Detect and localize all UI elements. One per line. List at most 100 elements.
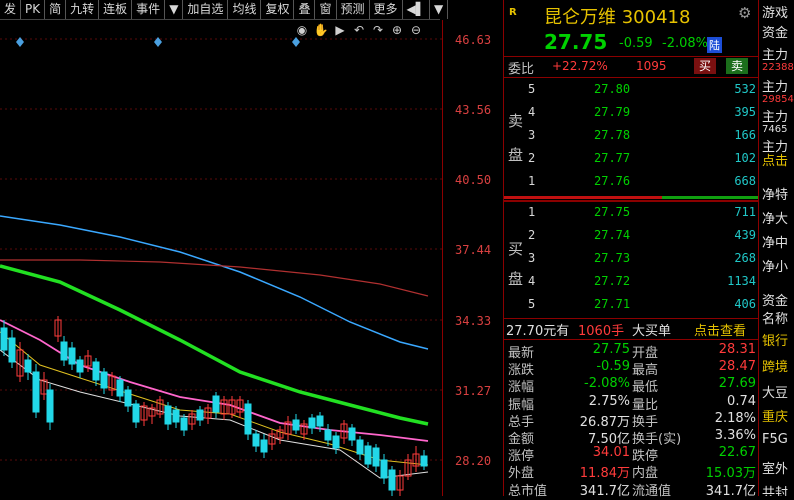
order-px: 27.79 (594, 105, 631, 119)
big-order-link[interactable]: 点击查看 (694, 320, 746, 339)
stat-label: 开盘 (632, 346, 659, 361)
zoom-in-icon[interactable]: ⊕ (389, 23, 405, 37)
bid-row[interactable]: 3 27.73 268 (504, 251, 758, 274)
side-item[interactable]: 22388 (762, 62, 794, 73)
toolbar-item[interactable]: ◀▌ (403, 0, 430, 19)
sell-button[interactable]: 卖 (726, 58, 749, 74)
bid-row[interactable]: 1 27.75 711 (504, 205, 758, 228)
candle-body (316, 415, 324, 427)
toolbar-item[interactable]: 均线 (228, 0, 262, 19)
candle-body (260, 439, 268, 453)
side-item[interactable]: F5G (762, 432, 788, 447)
toolbar-item[interactable]: 复权 (261, 0, 295, 19)
toolbar-item[interactable]: 九转 (66, 0, 100, 19)
side-item[interactable]: 室外 (762, 458, 788, 477)
eye-icon[interactable]: ◉ (294, 23, 310, 37)
order-lv: 3 (528, 128, 536, 142)
toolbar-item[interactable]: 简 (45, 0, 67, 19)
toolbar-item[interactable]: 连板 (99, 0, 133, 19)
side-item[interactable]: 名称 (762, 308, 788, 327)
side-item[interactable]: 净大 (762, 208, 788, 227)
play-icon[interactable]: ▶ (332, 23, 348, 37)
candle-body (324, 429, 332, 441)
chart-tools: ◉ ✋ ▶ ↶ ↷ ⊕ ⊖ (294, 20, 424, 40)
stat-value: 2.75% (588, 393, 630, 409)
candle-body (372, 447, 380, 467)
order-vol: 532 (734, 82, 756, 96)
side-panel: 游戏 资金 主力 22388 主力 29854 主力 7465 主力 点击 净特 净大 净中 净小 资金 名称… (758, 0, 794, 496)
ask-strength-bar (504, 196, 662, 199)
side-item[interactable]: 7465 (762, 124, 787, 135)
bid-row[interactable]: 2 27.74 439 (504, 228, 758, 251)
candle-body (348, 427, 356, 441)
price-tick-label: 43.56 (455, 103, 492, 117)
side-item[interactable]: 净小 (762, 256, 788, 275)
stock-name: 昆仑万维 (544, 7, 616, 28)
toolbar-item[interactable]: 预测 (337, 0, 370, 19)
candle-body (308, 417, 316, 429)
zoom-out-icon[interactable]: ⊖ (408, 23, 424, 37)
event-marker (16, 37, 24, 47)
stat-row: 外盘 11.84万 内盘 15.03万 (504, 462, 758, 482)
side-item[interactable]: 资金 (762, 290, 788, 309)
kline-chart[interactable] (0, 20, 500, 496)
side-item[interactable]: 重庆 (762, 406, 788, 425)
toolbar-item[interactable]: 窗 (315, 0, 337, 19)
buy-button[interactable]: 买 (694, 58, 717, 74)
side-item[interactable]: 净特 (762, 184, 788, 203)
ask-row[interactable]: 3 27.78 166 (504, 128, 758, 151)
order-vol: 406 (734, 297, 756, 311)
candle-body (380, 459, 388, 479)
toolbar-item[interactable]: ▼ (430, 0, 449, 19)
candle-body (172, 409, 180, 423)
bid-row[interactable]: 4 27.72 1134 (504, 274, 758, 297)
side-item[interactable]: 银行 (762, 330, 788, 349)
redo-icon[interactable]: ↷ (370, 23, 386, 37)
side-item[interactable]: 大豆 (762, 382, 788, 401)
price-axis: 46.63 43.56 40.50 37.44 34.33 31.27 28.20 (442, 20, 501, 496)
candle-body (76, 359, 84, 373)
kline-plot[interactable] (0, 20, 442, 496)
toolbar-item[interactable]: 叠 (294, 0, 316, 19)
stat-value: 15.03万 (705, 466, 756, 482)
ask-row[interactable]: 4 27.79 395 (504, 105, 758, 128)
bid-strength-bar (662, 196, 758, 199)
order-vol: 102 (734, 151, 756, 165)
undo-icon[interactable]: ↶ (351, 23, 367, 37)
side-item[interactable]: 29854 (762, 94, 794, 105)
ask-row[interactable]: 1 27.76 668 (504, 174, 758, 197)
side-item[interactable]: 主力 (762, 44, 788, 63)
price-tick-label: 31.27 (455, 384, 492, 398)
side-item[interactable]: 共封 (762, 482, 788, 496)
order-px: 27.77 (594, 151, 631, 165)
stat-label: 涨跌 (508, 363, 535, 379)
side-item[interactable]: 游戏 (762, 2, 788, 21)
toolbar-item[interactable]: 更多 (370, 0, 403, 19)
gear-icon[interactable]: ⚙ (738, 4, 751, 22)
side-item[interactable]: 跨境 (762, 356, 788, 375)
toolbar-item[interactable]: PK (21, 0, 46, 19)
bid-row[interactable]: 5 27.71 406 (504, 297, 758, 320)
toolbar-item[interactable]: 加自选 (183, 0, 229, 19)
candle-body (212, 395, 220, 413)
ask-row[interactable]: 2 27.77 102 (504, 151, 758, 174)
order-lv: 1 (528, 174, 536, 188)
side-item[interactable]: 主力 (762, 76, 788, 95)
toolbar-item[interactable]: ▼ (165, 0, 184, 19)
toolbar-item[interactable]: 发 (0, 0, 22, 19)
candle-body (116, 379, 124, 397)
stat-label: 总手 (508, 414, 535, 430)
side-item[interactable]: 主力 (762, 106, 788, 125)
stat-row: 振幅 2.75% 量比 0.74 (504, 393, 758, 413)
hand-icon[interactable]: ✋ (313, 23, 329, 37)
side-item[interactable]: 点击 (762, 150, 788, 169)
candle-body (124, 389, 132, 407)
side-item[interactable]: 资金 (762, 22, 788, 41)
candle-body (196, 409, 204, 421)
candle-body (364, 445, 372, 465)
stat-value: 27.75 (592, 342, 630, 357)
ask-row[interactable]: 5 27.80 532 (504, 82, 758, 105)
order-px: 27.73 (594, 251, 631, 265)
side-item[interactable]: 净中 (762, 232, 788, 251)
toolbar-item[interactable]: 事件 (132, 0, 166, 19)
